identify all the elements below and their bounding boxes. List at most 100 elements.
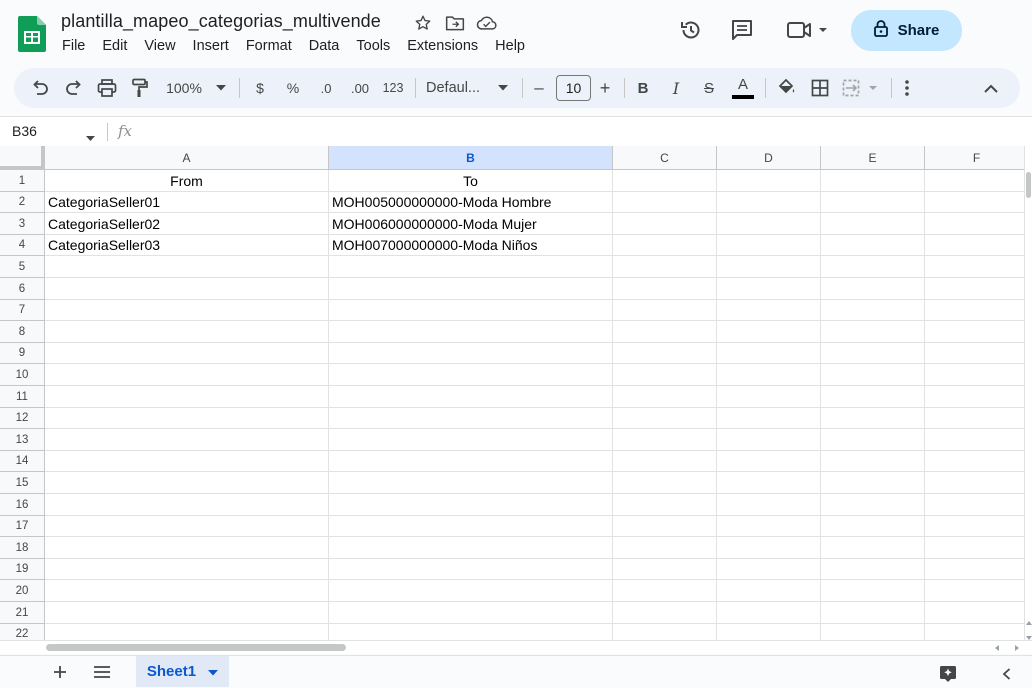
cell-a18[interactable] xyxy=(45,537,329,559)
cell-c2[interactable] xyxy=(613,192,717,213)
horizontal-scroll-thumb[interactable] xyxy=(46,644,346,651)
cell-e8[interactable] xyxy=(821,321,925,343)
menu-edit[interactable]: Edit xyxy=(102,38,127,54)
cell-c16[interactable] xyxy=(613,494,717,516)
cell-b16[interactable] xyxy=(329,494,613,516)
fill-color-icon[interactable] xyxy=(774,74,798,102)
cell-a1[interactable]: From xyxy=(45,170,329,192)
cell-a11[interactable] xyxy=(45,386,329,408)
cell-a2[interactable]: CategoriaSeller01 xyxy=(45,192,329,213)
cell-a12[interactable] xyxy=(45,408,329,429)
cell-a15[interactable] xyxy=(45,472,329,494)
menu-tools[interactable]: Tools xyxy=(356,38,390,54)
paint-format-icon[interactable] xyxy=(128,74,152,102)
row-header[interactable]: 21 xyxy=(0,602,45,624)
cell-e6[interactable] xyxy=(821,278,925,300)
merge-cells-icon[interactable] xyxy=(842,74,882,102)
cell-d5[interactable] xyxy=(717,256,821,278)
cell-b18[interactable] xyxy=(329,537,613,559)
cell-a5[interactable] xyxy=(45,256,329,278)
row-header[interactable]: 12 xyxy=(0,408,45,429)
cell-e10[interactable] xyxy=(821,364,925,386)
name-box-caret-icon[interactable] xyxy=(86,128,95,146)
redo-icon[interactable] xyxy=(62,74,86,102)
cell-b4[interactable]: MOH007000000000-Moda Niños xyxy=(329,235,613,256)
percent-format-button[interactable]: % xyxy=(281,74,305,102)
cell-e21[interactable] xyxy=(821,602,925,624)
select-all-corner[interactable] xyxy=(0,146,45,170)
row-header[interactable]: 20 xyxy=(0,580,45,602)
cell-c8[interactable] xyxy=(613,321,717,343)
vertical-scroll-thumb[interactable] xyxy=(1026,172,1031,198)
cell-d21[interactable] xyxy=(717,602,821,624)
cell-f15[interactable] xyxy=(925,472,1029,494)
star-icon[interactable] xyxy=(412,12,434,34)
cell-e16[interactable] xyxy=(821,494,925,516)
cell-c5[interactable] xyxy=(613,256,717,278)
document-title[interactable]: plantilla_mapeo_categorias_multivende xyxy=(61,11,381,32)
decrease-font-size-button[interactable]: – xyxy=(529,74,549,102)
cell-a9[interactable] xyxy=(45,343,329,364)
font-select[interactable]: Defaul... xyxy=(426,74,488,102)
increase-decimal-button[interactable]: .00 xyxy=(347,74,373,102)
row-header[interactable]: 1 xyxy=(0,170,45,192)
cell-d12[interactable] xyxy=(717,408,821,429)
cell-a19[interactable] xyxy=(45,559,329,580)
cell-e2[interactable] xyxy=(821,192,925,213)
cell-b6[interactable] xyxy=(329,278,613,300)
menu-view[interactable]: View xyxy=(144,38,175,54)
cell-d20[interactable] xyxy=(717,580,821,602)
menu-format[interactable]: Format xyxy=(246,38,292,54)
borders-icon[interactable] xyxy=(808,74,832,102)
cell-c20[interactable] xyxy=(613,580,717,602)
row-header[interactable]: 17 xyxy=(0,516,45,537)
cell-f4[interactable] xyxy=(925,235,1029,256)
cell-d14[interactable] xyxy=(717,451,821,472)
font-caret-icon[interactable] xyxy=(495,74,511,102)
number-format-button[interactable]: 123 xyxy=(380,74,406,102)
horizontal-scrollbar[interactable] xyxy=(0,640,1032,654)
sheet-tab-caret-icon[interactable] xyxy=(208,663,219,680)
cell-c14[interactable] xyxy=(613,451,717,472)
row-header[interactable]: 15 xyxy=(0,472,45,494)
menu-extensions[interactable]: Extensions xyxy=(407,38,478,54)
cell-c7[interactable] xyxy=(613,300,717,321)
row-header[interactable]: 8 xyxy=(0,321,45,343)
cell-e19[interactable] xyxy=(821,559,925,580)
formula-input[interactable] xyxy=(150,123,1010,141)
cell-c6[interactable] xyxy=(613,278,717,300)
menu-help[interactable]: Help xyxy=(495,38,525,54)
cell-c21[interactable] xyxy=(613,602,717,624)
cell-e7[interactable] xyxy=(821,300,925,321)
cell-d16[interactable] xyxy=(717,494,821,516)
row-header[interactable]: 10 xyxy=(0,364,45,386)
cell-c3[interactable] xyxy=(613,213,717,235)
cell-f11[interactable] xyxy=(925,386,1029,408)
cell-b17[interactable] xyxy=(329,516,613,537)
cell-b15[interactable] xyxy=(329,472,613,494)
cell-a17[interactable] xyxy=(45,516,329,537)
currency-format-button[interactable]: $ xyxy=(248,74,272,102)
cell-e15[interactable] xyxy=(821,472,925,494)
cell-f18[interactable] xyxy=(925,537,1029,559)
italic-button[interactable]: I xyxy=(664,74,688,102)
row-header[interactable]: 18 xyxy=(0,537,45,559)
cell-e12[interactable] xyxy=(821,408,925,429)
version-history-icon[interactable] xyxy=(677,16,705,44)
cell-d18[interactable] xyxy=(717,537,821,559)
explore-icon[interactable] xyxy=(939,665,957,688)
cell-c9[interactable] xyxy=(613,343,717,364)
cell-d8[interactable] xyxy=(717,321,821,343)
row-header[interactable]: 5 xyxy=(0,256,45,278)
cell-f13[interactable] xyxy=(925,429,1029,451)
cell-a21[interactable] xyxy=(45,602,329,624)
cell-e18[interactable] xyxy=(821,537,925,559)
cell-d10[interactable] xyxy=(717,364,821,386)
row-header[interactable]: 13 xyxy=(0,429,45,451)
row-header[interactable]: 6 xyxy=(0,278,45,300)
menu-file[interactable]: File xyxy=(62,38,85,54)
cell-b9[interactable] xyxy=(329,343,613,364)
cell-a7[interactable] xyxy=(45,300,329,321)
row-header[interactable]: 11 xyxy=(0,386,45,408)
cell-b11[interactable] xyxy=(329,386,613,408)
